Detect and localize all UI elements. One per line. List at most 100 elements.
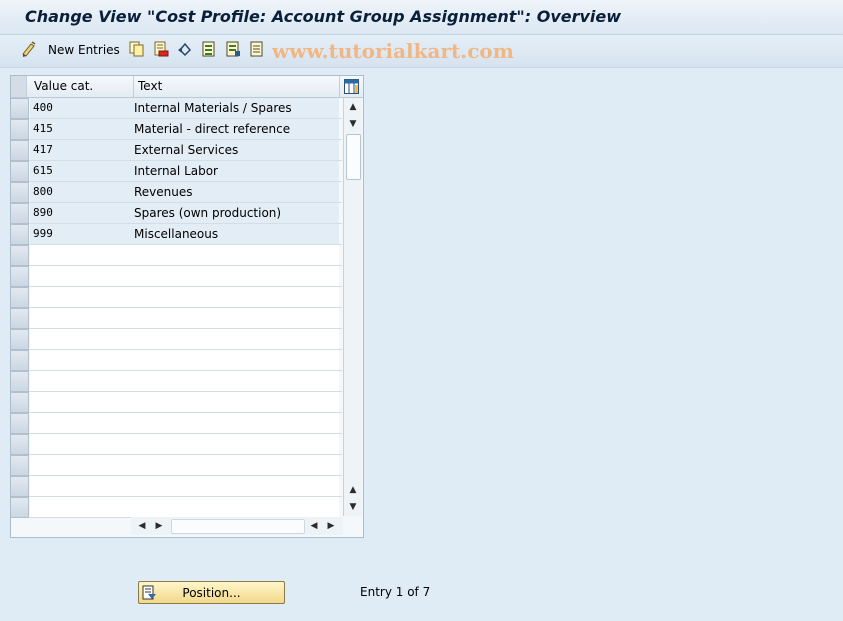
value-cat-cell[interactable]: 417 xyxy=(30,140,136,160)
column-header-text[interactable]: Text xyxy=(134,76,340,97)
row-selector[interactable] xyxy=(11,224,29,245)
value-cat-cell[interactable] xyxy=(30,497,136,517)
row-selector[interactable] xyxy=(11,476,29,497)
text-cell[interactable] xyxy=(134,434,339,454)
table-row[interactable]: 890 Spares (own production) xyxy=(11,203,342,224)
text-cell[interactable] xyxy=(134,287,339,307)
scroll-down-icon[interactable]: ▼ xyxy=(346,118,360,130)
value-cat-cell[interactable]: 615 xyxy=(30,161,136,181)
scroll-right-icon[interactable]: ▶ xyxy=(152,520,166,532)
value-cat-cell[interactable] xyxy=(30,308,136,328)
text-cell[interactable] xyxy=(134,266,339,286)
value-cat-cell[interactable] xyxy=(30,455,136,475)
empty-table-row[interactable] xyxy=(11,497,342,518)
scroll-left-icon[interactable]: ◀ xyxy=(135,520,149,532)
table-row[interactable]: 800 Revenues xyxy=(11,182,342,203)
value-cat-cell[interactable] xyxy=(30,329,136,349)
text-cell[interactable] xyxy=(134,308,339,328)
value-cat-cell[interactable]: 800 xyxy=(30,182,136,202)
scroll-right-2-icon[interactable]: ▶ xyxy=(324,520,338,532)
value-cat-cell[interactable]: 400 xyxy=(30,98,136,118)
text-cell[interactable] xyxy=(134,476,339,496)
empty-table-row[interactable] xyxy=(11,434,342,455)
row-selector[interactable] xyxy=(11,119,29,140)
text-cell[interactable] xyxy=(134,497,339,517)
empty-table-row[interactable] xyxy=(11,455,342,476)
value-cat-cell[interactable] xyxy=(30,287,136,307)
scroll-page-down-icon[interactable]: ▼ xyxy=(346,501,360,513)
copy-icon[interactable] xyxy=(129,41,145,57)
select-all-icon[interactable] xyxy=(201,41,217,57)
value-cat-cell[interactable] xyxy=(30,476,136,496)
text-cell[interactable] xyxy=(134,329,339,349)
empty-table-row[interactable] xyxy=(11,329,342,350)
table-row[interactable]: 999 Miscellaneous xyxy=(11,224,342,245)
text-cell[interactable]: Material - direct reference xyxy=(134,119,339,139)
text-cell[interactable] xyxy=(134,455,339,475)
row-selector[interactable] xyxy=(11,350,29,371)
row-selector[interactable] xyxy=(11,434,29,455)
horizontal-scrollbar[interactable]: ◀ ▶ ◀ ▶ xyxy=(131,517,343,535)
select-all-rows-cell[interactable] xyxy=(11,76,27,97)
table-row[interactable]: 417 External Services xyxy=(11,140,342,161)
value-cat-cell[interactable]: 890 xyxy=(30,203,136,223)
value-cat-cell[interactable] xyxy=(30,434,136,454)
value-cat-cell[interactable] xyxy=(30,371,136,391)
value-cat-cell[interactable] xyxy=(30,350,136,370)
text-cell[interactable] xyxy=(134,392,339,412)
row-selector[interactable] xyxy=(11,308,29,329)
text-cell[interactable]: Internal Materials / Spares xyxy=(134,98,339,118)
row-selector[interactable] xyxy=(11,287,29,308)
empty-table-row[interactable] xyxy=(11,392,342,413)
text-cell[interactable] xyxy=(134,350,339,370)
row-selector[interactable] xyxy=(11,455,29,476)
change-display-icon[interactable] xyxy=(21,41,37,57)
text-cell[interactable]: Internal Labor xyxy=(134,161,339,181)
text-cell[interactable] xyxy=(134,245,339,265)
scroll-page-up-icon[interactable]: ▲ xyxy=(346,484,360,496)
vertical-scrollbar[interactable]: ▲ ▼ ▲ ▼ xyxy=(343,98,362,516)
row-selector[interactable] xyxy=(11,371,29,392)
row-selector[interactable] xyxy=(11,413,29,434)
value-cat-cell[interactable] xyxy=(30,392,136,412)
empty-table-row[interactable] xyxy=(11,266,342,287)
table-row[interactable]: 615 Internal Labor xyxy=(11,161,342,182)
value-cat-cell[interactable] xyxy=(30,413,136,433)
new-entries-button[interactable]: New Entries xyxy=(42,41,120,59)
empty-table-row[interactable] xyxy=(11,371,342,392)
column-header-value-cat[interactable]: Value cat. xyxy=(30,76,134,97)
row-selector[interactable] xyxy=(11,140,29,161)
empty-table-row[interactable] xyxy=(11,308,342,329)
empty-table-row[interactable] xyxy=(11,245,342,266)
value-cat-cell[interactable]: 999 xyxy=(30,224,136,244)
row-selector[interactable] xyxy=(11,203,29,224)
table-settings-icon[interactable] xyxy=(344,79,359,94)
empty-table-row[interactable] xyxy=(11,350,342,371)
row-selector[interactable] xyxy=(11,392,29,413)
undo-icon[interactable] xyxy=(177,41,193,57)
scroll-thumb[interactable] xyxy=(346,134,361,180)
text-cell[interactable]: Revenues xyxy=(134,182,339,202)
row-selector[interactable] xyxy=(11,182,29,203)
row-selector[interactable] xyxy=(11,161,29,182)
select-block-icon[interactable] xyxy=(225,41,241,57)
empty-table-row[interactable] xyxy=(11,476,342,497)
scroll-left-2-icon[interactable]: ◀ xyxy=(307,520,321,532)
table-row[interactable]: 415 Material - direct reference xyxy=(11,119,342,140)
row-selector[interactable] xyxy=(11,329,29,350)
value-cat-cell[interactable] xyxy=(30,245,136,265)
row-selector[interactable] xyxy=(11,98,29,119)
scroll-up-icon[interactable]: ▲ xyxy=(346,101,360,113)
value-cat-cell[interactable] xyxy=(30,266,136,286)
text-cell[interactable] xyxy=(134,413,339,433)
row-selector[interactable] xyxy=(11,245,29,266)
text-cell[interactable]: Miscellaneous xyxy=(134,224,339,244)
text-cell[interactable] xyxy=(134,371,339,391)
row-selector[interactable] xyxy=(11,266,29,287)
empty-table-row[interactable] xyxy=(11,287,342,308)
position-button[interactable]: Position... xyxy=(138,581,285,604)
delete-icon[interactable] xyxy=(153,41,169,57)
row-selector[interactable] xyxy=(11,497,29,518)
table-row[interactable]: 400 Internal Materials / Spares xyxy=(11,98,342,119)
empty-table-row[interactable] xyxy=(11,413,342,434)
